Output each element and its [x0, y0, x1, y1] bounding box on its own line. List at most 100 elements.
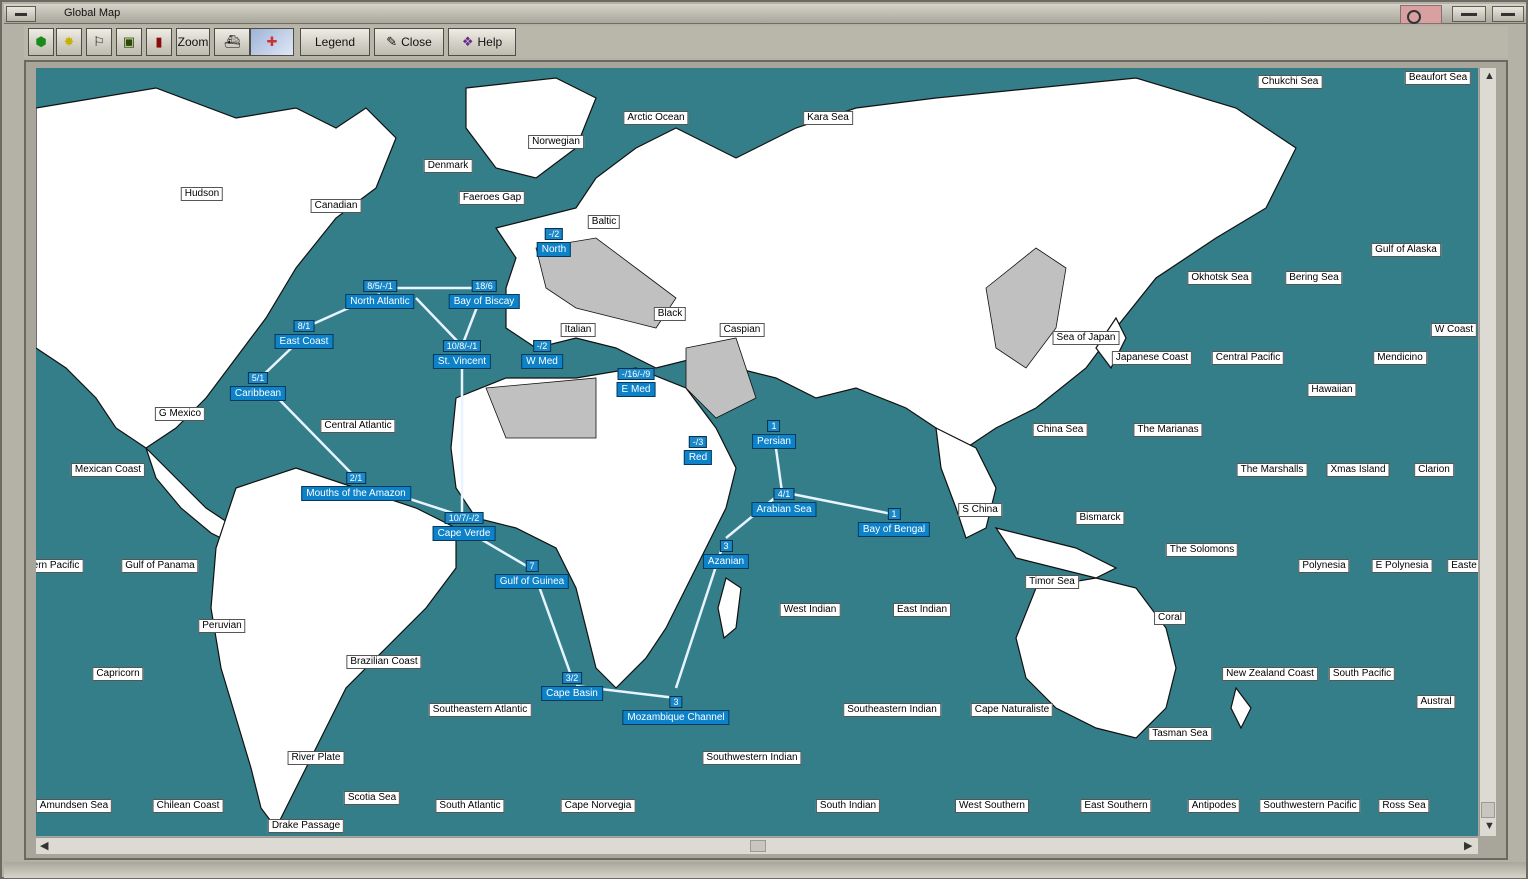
red-pen-button[interactable]: ▮ [146, 28, 172, 56]
sea-label[interactable]: Bismarck [1075, 511, 1125, 525]
sea-label[interactable]: ern Pacific [36, 559, 84, 573]
sea-label[interactable]: Capricorn [92, 667, 144, 681]
zone-bay-of-bengal[interactable]: 1 Bay of Bengal [857, 504, 931, 537]
sea-label[interactable]: Cape Norvegia [560, 799, 636, 813]
sea-label[interactable]: E Polynesia [1371, 559, 1433, 573]
sea-label[interactable]: Gulf of Alaska [1371, 243, 1441, 257]
sea-label[interactable]: Polynesia [1298, 559, 1350, 573]
sea-label[interactable]: The Solomons [1165, 543, 1239, 557]
sea-label[interactable]: River Plate [287, 751, 345, 765]
help-button[interactable]: ❖ Help [448, 28, 516, 56]
zone-persian[interactable]: 1 Persian [752, 416, 796, 449]
sea-label[interactable]: Coral [1154, 611, 1186, 625]
sea-label[interactable]: Kara Sea [803, 111, 853, 125]
sea-label[interactable]: Austral [1416, 695, 1456, 709]
scroll-right-icon[interactable]: ▶ [1464, 839, 1472, 852]
vertical-scrollbar[interactable]: ▲ ▼ [1479, 68, 1496, 836]
sea-label[interactable]: Scotia Sea [343, 791, 401, 805]
zone-mouths-of-the-amazon[interactable]: 2/1 Mouths of the Amazon [301, 468, 411, 501]
sea-label[interactable]: Caspian [719, 323, 765, 337]
sea-label[interactable]: Mendicino [1373, 351, 1427, 365]
sea-label[interactable]: Southwestern Pacific [1259, 799, 1361, 813]
sea-label[interactable]: West Indian [779, 603, 841, 617]
zone-mozambique-channel[interactable]: 3 Mozambique Channel [622, 692, 730, 725]
zone-red[interactable]: -/3 Red [683, 432, 713, 465]
sea-label[interactable]: Denmark [423, 159, 473, 173]
zoom-button[interactable]: Zoom [176, 28, 210, 56]
sea-label[interactable]: Amundsen Sea [36, 799, 113, 813]
sea-label[interactable]: Southeastern Indian [843, 703, 941, 717]
sea-label[interactable]: East Indian [892, 603, 952, 617]
minimize-button[interactable] [1452, 6, 1486, 22]
world-map[interactable]: Chukchi Sea Beaufort Sea Arctic Ocean Ka… [36, 68, 1478, 836]
sea-label[interactable]: S China [958, 503, 1002, 517]
sea-label[interactable]: Norwegian [528, 135, 584, 149]
zone-caribbean[interactable]: 5/1 Caribbean [229, 368, 287, 401]
sea-label[interactable]: Chilean Coast [152, 799, 224, 813]
zone-e-med[interactable]: -/16/-/9 E Med [616, 364, 656, 397]
save-map-button[interactable]: ▣ [116, 28, 142, 56]
sea-label[interactable]: Japanese Coast [1111, 351, 1193, 365]
scroll-down-icon[interactable]: ▼ [1484, 820, 1495, 832]
zone-cape-basin[interactable]: 3/2 Cape Basin [541, 668, 603, 701]
sea-label[interactable]: New Zealand Coast [1222, 667, 1318, 681]
horizontal-scroll-thumb[interactable] [750, 840, 766, 852]
close-button[interactable]: ✎ Close [374, 28, 444, 56]
sea-label[interactable]: Faeroes Gap [458, 191, 526, 205]
sea-label[interactable]: Clarion [1414, 463, 1454, 477]
sea-label[interactable]: Sea of Japan [1052, 331, 1120, 345]
green-hex-button[interactable]: ⬢ [28, 28, 54, 56]
sea-label[interactable]: China Sea [1032, 423, 1088, 437]
sea-label[interactable]: Baltic [587, 215, 621, 229]
sea-label[interactable]: Southeastern Atlantic [428, 703, 532, 717]
title-bar[interactable]: Global Map [4, 4, 1526, 24]
sea-label[interactable]: Gulf of Panama [121, 559, 199, 573]
zone-north-atlantic[interactable]: 8/5/-/1 North Atlantic [345, 276, 415, 309]
sea-label[interactable]: Timor Sea [1025, 575, 1079, 589]
sea-label[interactable]: Southwestern Indian [702, 751, 802, 765]
yellow-star-button[interactable]: ✸ [56, 28, 82, 56]
flag-button[interactable]: ⚐ [86, 28, 112, 56]
vertical-scroll-thumb[interactable] [1481, 802, 1495, 818]
ship-silhouette-button[interactable]: ⛴ [214, 28, 250, 56]
sea-label[interactable]: Antipodes [1187, 799, 1241, 813]
sea-label[interactable]: Mexican Coast [70, 463, 146, 477]
sea-label[interactable]: South Indian [815, 799, 881, 813]
sea-label[interactable]: Italian [560, 323, 596, 337]
sea-label[interactable]: G Mexico [154, 407, 206, 421]
sea-label[interactable]: Central Atlantic [320, 419, 396, 433]
sea-label[interactable]: W Coast [1430, 323, 1478, 337]
sea-label[interactable]: Canadian [310, 199, 362, 213]
union-jack-button[interactable]: ✚ [250, 28, 294, 56]
sea-label[interactable]: Central Pacific [1211, 351, 1285, 365]
sea-label[interactable]: The Marianas [1133, 423, 1203, 437]
zone-st-vincent[interactable]: 10/8/-/1 St. Vincent [432, 336, 492, 369]
sea-label[interactable]: Hawaiian [1307, 383, 1357, 397]
sea-label[interactable]: South Atlantic [435, 799, 505, 813]
sea-label[interactable]: Drake Passage [267, 819, 345, 833]
zone-north[interactable]: -/2 North [536, 224, 572, 257]
sea-label[interactable]: Peruvian [198, 619, 246, 633]
sea-label[interactable]: Okhotsk Sea [1187, 271, 1253, 285]
sea-label[interactable]: Easte [1447, 559, 1478, 573]
minimize-left-button[interactable] [6, 6, 36, 22]
zone-w-med[interactable]: -/2 W Med [521, 336, 563, 369]
sea-label[interactable]: The Marshalls [1236, 463, 1308, 477]
sea-label[interactable]: Cape Naturaliste [970, 703, 1054, 717]
sea-label[interactable]: East Southern [1080, 799, 1152, 813]
legend-button[interactable]: Legend [300, 28, 370, 56]
sea-label[interactable]: Arctic Ocean [623, 111, 689, 125]
sea-label[interactable]: Brazilian Coast [346, 655, 422, 669]
sea-label[interactable]: Beaufort Sea [1404, 71, 1472, 85]
horizontal-scrollbar[interactable]: ◀ ▶ [36, 837, 1478, 854]
sea-label[interactable]: Black [653, 307, 687, 321]
zone-cape-verde[interactable]: 10/7/-/2 Cape Verde [432, 508, 496, 541]
scroll-left-icon[interactable]: ◀ [40, 839, 48, 852]
scroll-up-icon[interactable]: ▲ [1484, 70, 1495, 82]
close-window-button[interactable] [1492, 6, 1524, 22]
zone-arabian-sea[interactable]: 4/1 Arabian Sea [751, 484, 817, 517]
sea-label[interactable]: South Pacific [1328, 667, 1396, 681]
sea-label[interactable]: Tasman Sea [1148, 727, 1212, 741]
sea-label[interactable]: Xmas Island [1326, 463, 1390, 477]
zone-azanian[interactable]: 3 Azanian [702, 536, 750, 569]
